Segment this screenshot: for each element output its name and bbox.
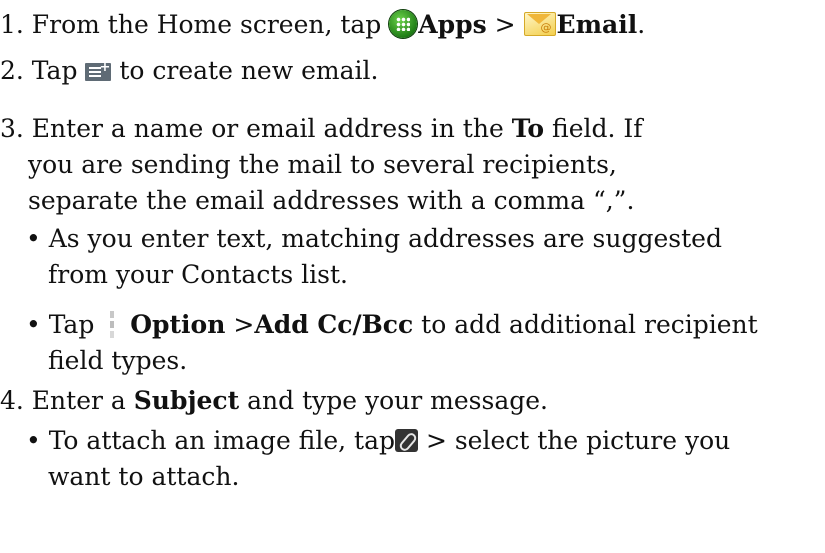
apps-label: Apps	[418, 10, 487, 39]
option-label: Option	[130, 310, 226, 339]
bullet-3-line-1: • To attach an image file, tap > select …	[26, 424, 730, 458]
bullet-1-line-2: from your Contacts list.	[48, 258, 348, 292]
step-3-line-3: separate the email addresses with a comm…	[28, 184, 634, 218]
step-3-line-1: 3. Enter a name or email address in the …	[0, 112, 643, 146]
bullet-3-suffix: > select the picture you	[418, 426, 731, 455]
bullet-2-line-1: • Tap Option >Add Cc/Bcc to add addition…	[26, 308, 758, 342]
separator: >	[225, 310, 255, 339]
bullet-3-line-2-text: want to attach.	[48, 462, 240, 491]
step-4: 4. Enter a Subject and type your message…	[0, 384, 548, 418]
step-2: 2. Tap to create new email.	[0, 51, 379, 88]
bullet-2-line-2: field types.	[48, 344, 187, 378]
bullet-3-text: • To attach an image file, tap	[26, 426, 395, 455]
step-4-suffix: and type your message.	[239, 386, 548, 415]
step-1: 1. From the Home screen, tap Apps > Emai…	[0, 8, 646, 45]
step-3-line-2: you are sending the mail to several reci…	[28, 148, 617, 182]
overflow-menu-icon	[102, 309, 122, 343]
compose-icon	[85, 51, 112, 85]
bullet-2-line-2-text: field types.	[48, 346, 188, 375]
bullet-2-suffix: to add additional recipient	[413, 310, 758, 339]
subject-label: Subject	[133, 386, 240, 415]
bullet-1-text: • As you enter text, matching addresses …	[26, 224, 722, 253]
step-3-text: 3. Enter a name or email address in the	[0, 114, 512, 143]
bullet-1-line-1: • As you enter text, matching addresses …	[26, 222, 722, 256]
step-1-text: 1. From the Home screen, tap	[0, 10, 390, 39]
step-2-text: 2. Tap	[0, 56, 86, 85]
paperclip-icon	[395, 429, 418, 452]
bullet-3-line-2: want to attach.	[48, 460, 239, 494]
bullet-1-line-2-text: from your Contacts list.	[48, 260, 348, 289]
step-3-text-end: field. If	[544, 114, 643, 143]
email-envelope-icon	[523, 11, 556, 45]
add-cc-bcc-label: Add Cc/Bcc	[254, 310, 414, 339]
period: .	[637, 10, 646, 39]
separator: >	[486, 10, 524, 39]
bullet-2-text: • Tap	[26, 310, 103, 339]
step-2-suffix: to create new email.	[111, 56, 379, 85]
to-label: To	[511, 114, 545, 143]
step-3-line-3-text: separate the email addresses with a comm…	[28, 186, 635, 215]
apps-grid-icon	[389, 10, 418, 38]
step-3-line-2-text: you are sending the mail to several reci…	[28, 150, 617, 179]
email-label: Email	[556, 10, 638, 39]
step-4-text: 4. Enter a	[0, 386, 134, 415]
